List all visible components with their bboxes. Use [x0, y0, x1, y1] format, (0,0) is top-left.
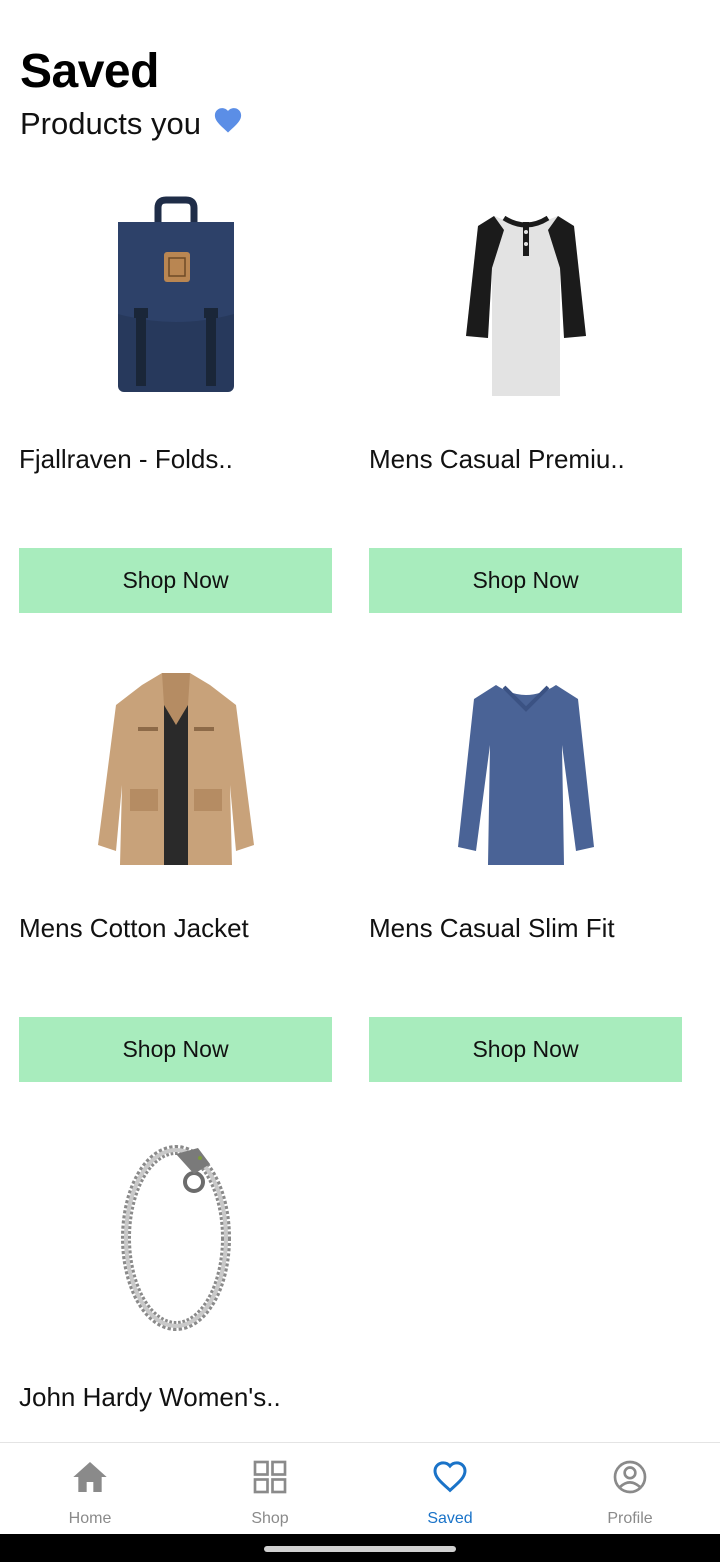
nav-label: Home — [68, 1510, 112, 1527]
home-icon — [70, 1457, 110, 1502]
shop-now-button[interactable]: Shop Now — [369, 548, 682, 613]
product-image[interactable] — [19, 176, 332, 416]
subtitle-text: Products you — [20, 106, 201, 141]
product-image[interactable] — [19, 645, 332, 885]
jacket-image — [97, 673, 254, 865]
product-name: Mens Casual Premiu.. — [369, 444, 625, 474]
home-indicator[interactable] — [264, 1546, 456, 1552]
product-image[interactable] — [369, 645, 682, 885]
nav-item-shop[interactable]: Shop — [180, 1443, 360, 1534]
nav-label: Profile — [607, 1510, 653, 1527]
backpack-image — [117, 196, 234, 392]
nav-label: Shop — [251, 1510, 289, 1527]
product-name: John Hardy Women's.. — [19, 1382, 281, 1412]
grid-icon — [250, 1457, 290, 1502]
saved-screen: Saved Products you Fjallraven - Folds.. … — [0, 0, 720, 1562]
system-navigation-bar — [0, 1534, 720, 1562]
nav-item-profile[interactable]: Profile — [540, 1443, 720, 1534]
nav-item-home[interactable]: Home — [0, 1443, 180, 1534]
page-subtitle: Products you — [20, 106, 243, 142]
nav-label: Saved — [427, 1510, 473, 1527]
product-name: Mens Cotton Jacket — [19, 913, 249, 943]
product-name: Mens Casual Slim Fit — [369, 913, 615, 943]
shop-now-button[interactable]: Shop Now — [19, 1017, 332, 1082]
heart-icon — [430, 1457, 470, 1502]
product-name: Fjallraven - Folds.. — [19, 444, 233, 474]
bottom-nav: Home Shop Saved Profile — [0, 1442, 720, 1534]
product-image[interactable] — [19, 1114, 332, 1354]
long-sleeve-shirt-image — [457, 685, 594, 865]
page-title: Saved — [20, 45, 159, 98]
heart-icon — [213, 106, 243, 142]
nav-item-saved[interactable]: Saved — [360, 1443, 540, 1534]
shop-now-button[interactable]: Shop Now — [369, 1017, 682, 1082]
profile-icon — [610, 1457, 650, 1502]
product-image[interactable] — [369, 176, 682, 416]
raglan-shirt-image — [465, 215, 586, 396]
shop-now-button[interactable]: Shop Now — [19, 548, 332, 613]
bracelet-image — [120, 1145, 231, 1331]
